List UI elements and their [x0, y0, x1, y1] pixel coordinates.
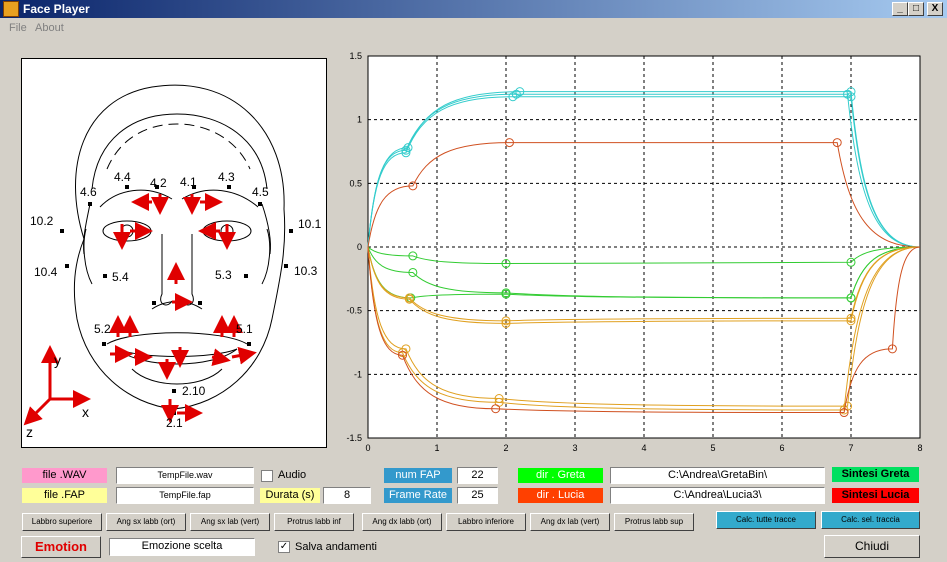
num-fap-label: num FAP: [383, 467, 453, 484]
face-label-2-10: 2.10: [182, 384, 206, 398]
ang-dx-labb-ort-button[interactable]: Ang dx labb (ort): [362, 513, 442, 531]
labbro-inferiore-button[interactable]: Labbro inferiore: [446, 513, 526, 531]
num-fap-input[interactable]: 22: [457, 467, 498, 484]
x-tick-label: 3: [572, 443, 577, 453]
x-tick-label: 6: [779, 443, 784, 453]
y-tick-label: 0.5: [349, 178, 362, 188]
calc-sel-trace-button[interactable]: Calc. sel. traccia: [821, 511, 920, 529]
fap-plot: 0 1 2 3 4 5 6 7 8 1.5 1 0.5 0 -0.5 -1 -1.5: [340, 50, 930, 460]
sintesi-greta-button[interactable]: Sintesi Greta: [831, 466, 920, 483]
face-label-4-4: 4.4: [114, 170, 131, 184]
sintesi-lucia-button[interactable]: Sintesi Lucia: [831, 487, 920, 504]
y-tick-label: -1: [354, 369, 362, 379]
axis-label-y: y: [54, 352, 61, 368]
face-player-window: Face Player _ □ X File About 4.4 4.2 4.1…: [0, 0, 947, 562]
app-icon: [3, 1, 19, 17]
frame-rate-input[interactable]: 25: [457, 487, 498, 504]
face-label-5-4: 5.4: [112, 270, 129, 284]
face-label-10-4: 10.4: [34, 265, 58, 279]
ang-dx-lab-vert-button[interactable]: Ang dx lab (vert): [530, 513, 610, 531]
face-label-5-3: 5.3: [215, 268, 232, 282]
file-fap-label: file .FAP: [21, 487, 108, 504]
calc-all-traces-button[interactable]: Calc. tutte tracce: [716, 511, 816, 529]
labbro-superiore-button[interactable]: Labbro superiore: [22, 513, 102, 531]
face-label-4-5: 4.5: [252, 185, 269, 199]
axis-label-x: x: [82, 404, 89, 420]
face-label-4-1: 4.1: [180, 175, 197, 189]
x-tick-label: 4: [641, 443, 646, 453]
salva-andamenti-checkbox[interactable]: ✓: [278, 541, 290, 553]
protrus-labb-sup-button[interactable]: Protrus labb sup: [614, 513, 694, 531]
face-diagram: 4.4 4.2 4.1 4.3 4.6 4.5 10.2 10.1 10.4 1…: [23, 84, 322, 440]
menu-bar: File About: [0, 19, 947, 37]
axis-label-z: z: [26, 424, 33, 440]
dir-lucia-input[interactable]: C:\Andrea\Lucia3\: [610, 487, 825, 504]
face-label-10-3: 10.3: [294, 264, 318, 278]
face-label-2-1: 2.1: [166, 416, 183, 430]
protrus-labb-inf-button[interactable]: Protrus labb inf: [274, 513, 354, 531]
dir-greta-input[interactable]: C:\Andrea\GretaBin\: [610, 467, 825, 484]
file-wav-label: file .WAV: [21, 467, 108, 484]
x-tick-label: 1: [434, 443, 439, 453]
x-tick-label: 0: [365, 443, 370, 453]
y-tick-label: 0: [357, 242, 362, 252]
face-label-10-2: 10.2: [30, 214, 54, 228]
frame-rate-label: Frame Rate: [383, 487, 453, 504]
close-button[interactable]: X: [927, 2, 943, 16]
x-tick-label: 7: [848, 443, 853, 453]
y-tick-label: -0.5: [346, 306, 362, 316]
y-tick-label: -1.5: [346, 433, 362, 443]
face-outline: [73, 84, 286, 410]
face-label-4-6: 4.6: [80, 185, 97, 199]
salva-andamenti-label: Salva andamenti: [295, 541, 377, 553]
face-label-5-2: 5.2: [94, 322, 111, 336]
fap-chart: 0 1 2 3 4 5 6 7 8 1.5 1 0.5 0 -0.5 -1 -1.5: [346, 51, 922, 453]
maximize-button[interactable]: □: [908, 2, 924, 16]
x-tick-label: 2: [503, 443, 508, 453]
audio-label: Audio: [278, 469, 307, 481]
file-wav-input[interactable]: TempFile.wav: [116, 467, 254, 484]
emotion-button[interactable]: Emotion: [21, 536, 101, 558]
chiudi-button[interactable]: Chiudi: [824, 535, 920, 558]
file-fap-input[interactable]: TempFile.fap: [116, 487, 254, 504]
durata-label: Durata (s): [259, 487, 321, 504]
face-label-5-1: 5.1: [236, 322, 253, 336]
y-tick-label: 1: [357, 115, 362, 125]
x-tick-label: 5: [710, 443, 715, 453]
face-diagram-panel: 4.4 4.2 4.1 4.3 4.6 4.5 10.2 10.1 10.4 1…: [21, 58, 327, 448]
title-bar: Face Player _ □ X: [0, 0, 947, 18]
face-label-4-3: 4.3: [218, 170, 235, 184]
face-label-10-1: 10.1: [298, 217, 322, 231]
ang-sx-labb-ort-button[interactable]: Ang sx labb (ort): [106, 513, 186, 531]
menu-file[interactable]: File: [9, 22, 27, 34]
durata-input[interactable]: 8: [323, 487, 371, 504]
y-tick-label: 1.5: [349, 51, 362, 61]
menu-about[interactable]: About: [35, 22, 64, 34]
ang-sx-lab-vert-button[interactable]: Ang sx lab (vert): [190, 513, 270, 531]
window-title: Face Player: [23, 2, 90, 16]
x-tick-label: 8: [917, 443, 922, 453]
minimize-button[interactable]: _: [892, 2, 908, 16]
face-label-4-2: 4.2: [150, 176, 167, 190]
dir-lucia-label: dir . Lucia: [517, 487, 604, 504]
emotion-input[interactable]: Emozione scelta: [109, 538, 255, 556]
dir-greta-label: dir . Greta: [517, 467, 604, 484]
audio-checkbox[interactable]: [261, 470, 273, 482]
